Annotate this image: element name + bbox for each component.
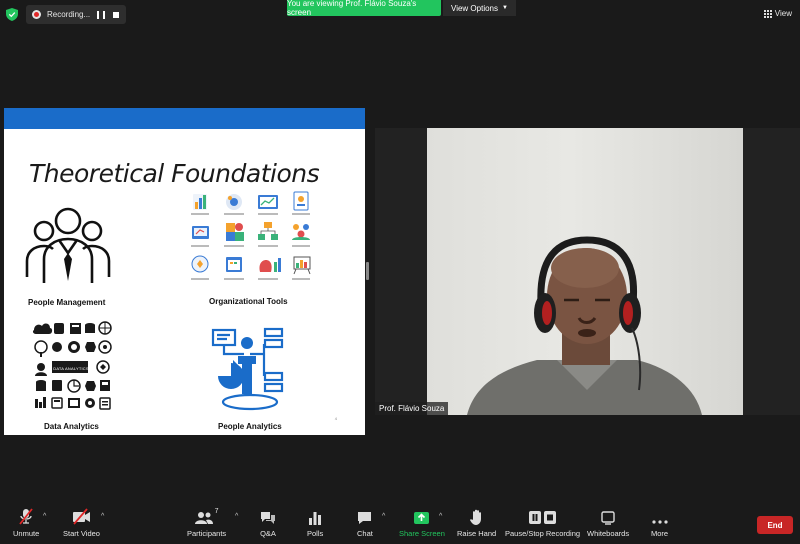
- qa-icon: [260, 508, 276, 525]
- recording-dot-icon: [32, 10, 41, 19]
- raise-hand-label: Raise Hand: [457, 529, 497, 538]
- participants-icon: 7: [194, 508, 219, 525]
- start-video-label: Start Video: [63, 529, 100, 538]
- data-analytics-badge: DATA ANALYTICS: [53, 365, 89, 371]
- unmute-button[interactable]: Unmute: [13, 508, 39, 538]
- start-video-button[interactable]: Start Video: [63, 508, 100, 538]
- share-options-chevron-icon[interactable]: ^: [439, 513, 442, 520]
- split-view-resize-handle[interactable]: [366, 262, 369, 280]
- meeting-top-bar: Recording... You are viewing Prof. Flávi…: [0, 0, 800, 30]
- chat-label: Chat: [357, 529, 373, 538]
- pause-stop-recording-icon: [528, 508, 557, 525]
- people-analytics-icon: [211, 327, 284, 411]
- shield-icon[interactable]: [6, 8, 18, 21]
- chat-button[interactable]: Chat: [357, 508, 373, 538]
- caption-people-analytics: People Analytics: [218, 422, 282, 431]
- meeting-controls-toolbar: Unmute ^ Start Video ^ 7 Participants ^: [0, 500, 800, 544]
- caption-organizational-tools: Organizational Tools: [209, 297, 288, 306]
- pause-stop-recording-button[interactable]: Pause/Stop Recording: [505, 508, 580, 538]
- view-button[interactable]: View: [763, 9, 792, 18]
- view-options-label: View Options: [451, 3, 499, 13]
- participant-video-feed: [427, 128, 743, 415]
- organizational-tools-icons: [191, 191, 311, 280]
- viewing-screen-banner: You are viewing Prof. Flávio Souza's scr…: [287, 0, 441, 17]
- polls-icon: [308, 508, 322, 525]
- video-options-chevron-icon[interactable]: ^: [101, 513, 104, 520]
- microphone-muted-icon: [18, 508, 34, 525]
- more-label: More: [651, 529, 669, 538]
- chat-icon: [357, 508, 372, 525]
- unmute-label: Unmute: [13, 529, 40, 538]
- slide-title: Theoretical Foundations: [29, 159, 320, 188]
- caption-people-management: People Management: [28, 298, 106, 307]
- polls-button[interactable]: Polls: [307, 508, 323, 538]
- raise-hand-button[interactable]: Raise Hand: [457, 508, 496, 538]
- grid-view-icon: [763, 9, 772, 18]
- pause-recording-icon[interactable]: [97, 10, 105, 19]
- people-management-icon: [25, 207, 111, 283]
- pause-stop-recording-label: Pause/Stop Recording: [505, 529, 581, 538]
- participant-video-tile[interactable]: Prof. Flávio Souza: [375, 128, 800, 415]
- participants-options-chevron-icon[interactable]: ^: [235, 513, 238, 520]
- polls-label: Polls: [307, 529, 324, 538]
- share-screen-icon: [414, 508, 430, 525]
- chevron-down-icon: ▼: [502, 5, 508, 11]
- whiteboards-label: Whiteboards: [587, 529, 630, 538]
- stop-recording-icon[interactable]: [113, 11, 119, 18]
- qa-label: Q&A: [260, 529, 276, 538]
- whiteboard-icon: [601, 508, 615, 525]
- recording-indicator: Recording...: [26, 5, 126, 24]
- raise-hand-icon: [470, 508, 483, 525]
- slide-header-band: [4, 108, 365, 129]
- slide-page-number: 4: [334, 416, 337, 421]
- whiteboards-button[interactable]: Whiteboards: [587, 508, 629, 538]
- shared-screen-slide: Theoretical Foundations People Managemen…: [4, 108, 365, 435]
- share-screen-label: Share Screen: [399, 529, 445, 538]
- more-button[interactable]: More: [651, 508, 668, 538]
- participants-count: 7: [214, 508, 219, 515]
- participant-name-label: Prof. Flávio Souza: [375, 402, 449, 415]
- video-off-icon: [71, 508, 91, 525]
- view-label: View: [774, 9, 792, 18]
- chat-options-chevron-icon[interactable]: ^: [382, 513, 385, 520]
- participants-button[interactable]: 7 Participants: [187, 508, 226, 538]
- participant-figure: [467, 236, 702, 415]
- more-icon: [651, 508, 668, 525]
- participants-label: Participants: [187, 529, 227, 538]
- caption-data-analytics: Data Analytics: [44, 422, 99, 431]
- share-screen-button[interactable]: Share Screen: [399, 508, 445, 538]
- qa-button[interactable]: Q&A: [260, 508, 276, 538]
- view-options-button[interactable]: View Options ▼: [443, 0, 516, 16]
- audio-options-chevron-icon[interactable]: ^: [43, 513, 46, 520]
- recording-label: Recording...: [47, 10, 91, 19]
- end-meeting-button[interactable]: End: [757, 516, 793, 534]
